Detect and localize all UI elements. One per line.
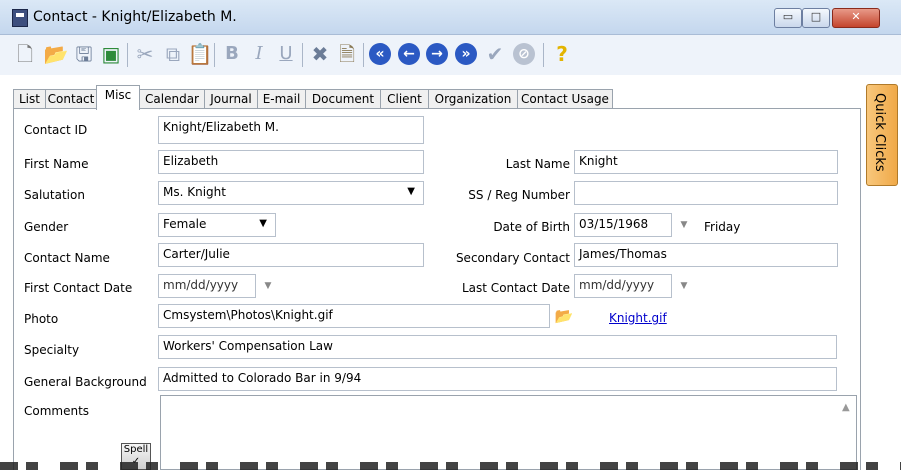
tab-client[interactable]: Client	[380, 89, 429, 109]
photo-path-field[interactable]: Cmsystem\Photos\Knight.gif	[158, 304, 550, 328]
last-name-field[interactable]: Knight	[574, 150, 838, 174]
toolbar-separator	[302, 43, 303, 67]
maximize-button[interactable]: □	[802, 8, 830, 28]
toolbar-separator	[363, 43, 364, 67]
open-icon[interactable]: 📂	[43, 41, 69, 67]
window-title: Contact - Knight/Elizabeth M.	[33, 9, 237, 25]
close-button[interactable]: ✕	[832, 8, 880, 28]
save-icon[interactable]: 🖫	[71, 41, 97, 67]
salutation-dropdown[interactable]: Ms. Knight ▼	[158, 181, 424, 205]
comments-label: Comments	[24, 404, 90, 418]
tab-journal[interactable]: Journal	[204, 89, 258, 109]
first-contact-date-field[interactable]: mm/dd/yyyy	[158, 274, 256, 298]
photo-label: Photo	[24, 312, 59, 326]
previous-record-icon[interactable]: ←	[398, 43, 420, 65]
ss-reg-number-field[interactable]	[574, 181, 838, 205]
check-icon[interactable]: ✔	[482, 41, 508, 67]
bold-icon[interactable]: B	[219, 41, 245, 67]
attach-icon[interactable]: 🗎	[334, 41, 360, 67]
first-name-label: First Name	[24, 157, 89, 171]
secondary-contact-field[interactable]: James/Thomas	[574, 243, 838, 267]
toolbar-separator	[127, 43, 128, 67]
quick-clicks-tab[interactable]: Quick Clicks	[866, 84, 898, 186]
delete-icon[interactable]: ✖	[307, 41, 333, 67]
toolbar-separator	[214, 43, 215, 67]
salutation-value: Ms. Knight	[163, 185, 226, 199]
gender-value: Female	[163, 217, 207, 231]
general-background-label: General Background	[24, 375, 147, 389]
torn-edge	[0, 462, 901, 470]
title-bar: Contact - Knight/Elizabeth M. ▭ □ ✕	[0, 0, 901, 35]
date-of-birth-field[interactable]: 03/15/1968	[574, 213, 672, 237]
tab-email[interactable]: E-mail	[257, 89, 306, 109]
first-record-icon[interactable]: «	[369, 43, 391, 65]
date-of-birth-weekday: Friday	[704, 220, 741, 234]
tab-document[interactable]: Document	[305, 89, 381, 109]
first-contact-date-label: First Contact Date	[24, 281, 133, 295]
cut-icon[interactable]: ✂	[132, 41, 158, 67]
secondary-contact-label: Secondary Contact	[455, 251, 570, 265]
tab-organization[interactable]: Organization	[428, 89, 518, 109]
italic-icon[interactable]: I	[246, 41, 272, 67]
tab-calendar[interactable]: Calendar	[139, 89, 205, 109]
date-of-birth-label: Date of Birth	[493, 220, 570, 234]
tab-misc[interactable]: Misc	[96, 85, 140, 110]
app-icon	[12, 9, 28, 27]
first-contact-date-picker-icon[interactable]: ▼	[258, 274, 278, 298]
photo-link[interactable]: Knight.gif	[609, 311, 667, 325]
last-name-label: Last Name	[505, 157, 570, 171]
general-background-field[interactable]: Admitted to Colorado Bar in 9/94	[158, 367, 837, 391]
spell-label: Spell	[123, 444, 149, 455]
tab-list[interactable]: List	[13, 89, 46, 109]
gender-label: Gender	[24, 220, 69, 234]
save-close-icon[interactable]: ▣	[98, 41, 124, 67]
last-contact-date-field[interactable]: mm/dd/yyyy	[574, 274, 672, 298]
last-record-icon[interactable]: »	[455, 43, 477, 65]
last-contact-date-picker-icon[interactable]: ▼	[674, 274, 694, 298]
last-contact-date-label: Last Contact Date	[462, 281, 570, 295]
contact-id-label: Contact ID	[24, 123, 88, 137]
salutation-label: Salutation	[24, 188, 85, 202]
contact-name-field[interactable]: Carter/Julie	[158, 243, 424, 267]
next-record-icon[interactable]: →	[426, 43, 448, 65]
paste-icon[interactable]: 📋	[187, 41, 213, 67]
toolbar: 🗋 📂 🖫 ▣ ✂ ⧉ 📋 B I U ✖ 🗎 « ← → » ✔ ⊘ ?	[0, 35, 901, 75]
copy-icon[interactable]: ⧉	[160, 41, 186, 67]
new-icon[interactable]: 🗋	[12, 41, 38, 67]
toolbar-separator	[543, 43, 544, 67]
contact-id-field[interactable]: Knight/Elizabeth M.	[158, 116, 424, 144]
gender-dropdown[interactable]: Female ▼	[158, 213, 276, 237]
first-name-field[interactable]: Elizabeth	[158, 150, 424, 174]
browse-folder-icon[interactable]: 📂	[554, 306, 574, 326]
ss-reg-number-label: SS / Reg Number	[468, 188, 570, 202]
minimize-button[interactable]: ▭	[774, 8, 802, 28]
contact-name-label: Contact Name	[24, 251, 110, 265]
scroll-up-arrow-icon[interactable]: ▲	[842, 402, 850, 413]
tab-contact[interactable]: Contact	[45, 89, 97, 109]
date-of-birth-picker-icon[interactable]: ▼	[674, 213, 694, 237]
specialty-label: Specialty	[24, 343, 80, 357]
underline-icon[interactable]: U	[273, 41, 299, 67]
help-icon[interactable]: ?	[549, 41, 575, 67]
quick-clicks-label: Quick Clicks	[872, 93, 887, 172]
tab-contact-usage[interactable]: Contact Usage	[517, 89, 613, 109]
chevron-down-icon: ▼	[259, 218, 267, 229]
cancel-icon[interactable]: ⊘	[513, 43, 535, 65]
specialty-field[interactable]: Workers' Compensation Law	[158, 335, 837, 359]
chevron-down-icon: ▼	[407, 186, 415, 197]
comments-textarea[interactable]	[160, 395, 857, 470]
